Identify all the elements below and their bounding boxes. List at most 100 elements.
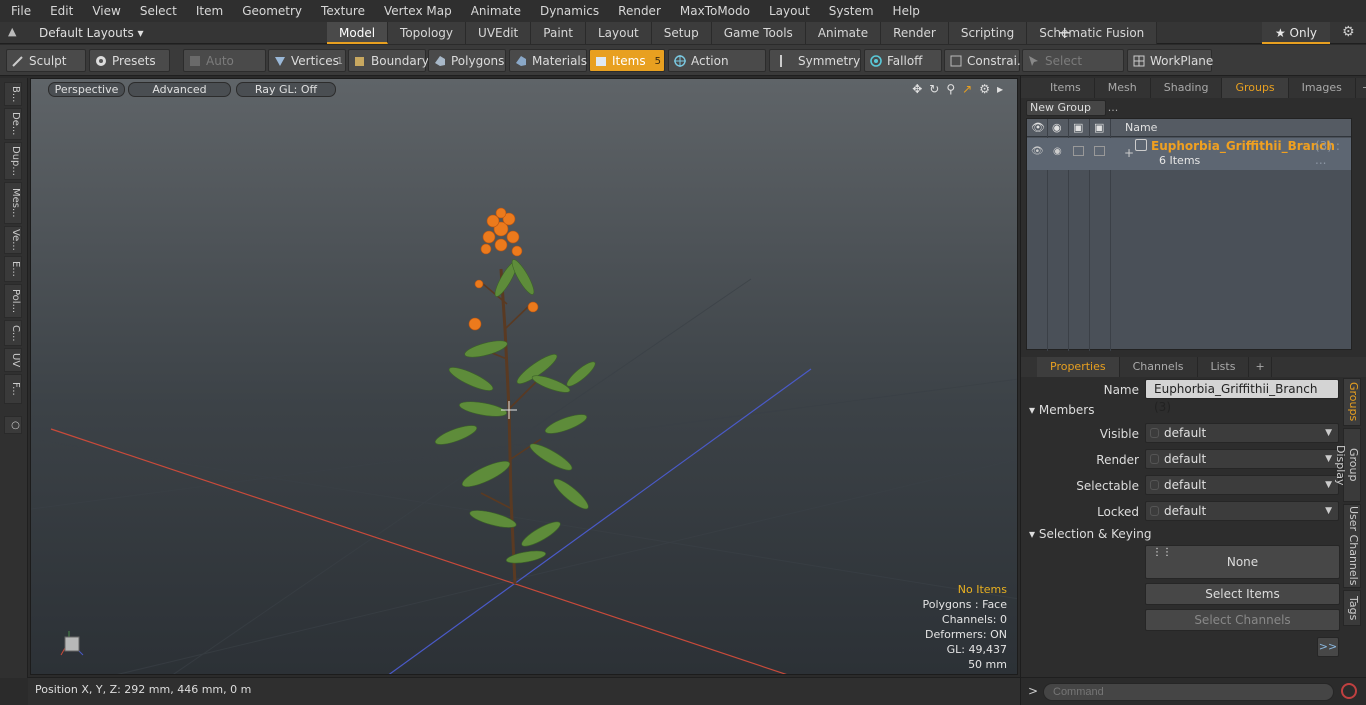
action-center-button[interactable]: Action Center (668, 49, 766, 91)
menu-animate[interactable]: Animate (460, 0, 529, 22)
side-tab-groups[interactable]: Groups (1343, 378, 1361, 426)
tab-schematic-fusion[interactable]: Schematic Fusion (1027, 22, 1158, 44)
select-channels-button[interactable]: Select Channels (1145, 609, 1340, 631)
left-tab-curve[interactable]: C... (4, 320, 22, 346)
constraints-button[interactable]: Constrai... (944, 49, 1028, 72)
tab-setup[interactable]: Setup (651, 22, 712, 44)
select-items-button[interactable]: Select Items (1145, 583, 1340, 605)
menu-edit[interactable]: Edit (39, 0, 81, 22)
menu-layout[interactable]: Layout (758, 0, 818, 22)
menu-file[interactable]: File (0, 0, 39, 22)
tab-topology[interactable]: Topology (388, 22, 467, 44)
tab-paint[interactable]: Paint (531, 22, 586, 44)
add-panel-tab-icon[interactable]: + (1356, 78, 1366, 98)
add-tab-icon[interactable]: + (1058, 22, 1071, 44)
menu-system[interactable]: System (818, 0, 882, 22)
view-menu-icon[interactable]: ▸ (997, 82, 1003, 96)
tab-items[interactable]: Items (1037, 78, 1095, 98)
select-column-icon[interactable]: ▣ (1094, 121, 1104, 134)
presets-button[interactable]: Presets (89, 49, 170, 72)
selectable-select[interactable]: default ▼ (1145, 475, 1339, 495)
workplane-button[interactable]: WorkPlane (1127, 49, 1213, 72)
tab-scripting[interactable]: Scripting (948, 22, 1028, 44)
visibility-column-icon[interactable]: 👁 (1031, 121, 1045, 134)
tab-shading[interactable]: Shading (1151, 78, 1223, 98)
tab-layout[interactable]: Layout (585, 22, 652, 44)
locked-select[interactable]: default ▼ (1145, 501, 1339, 521)
group-row[interactable]: 👁 ◉ + Euphorbia_Griffithii_Branch (3) : … (1027, 138, 1351, 170)
polygons-button[interactable]: Polygons (428, 49, 506, 72)
record-icon[interactable] (1341, 683, 1357, 699)
left-tab-deform[interactable]: De... (4, 108, 22, 140)
render-column-icon[interactable]: ◉ (1052, 121, 1062, 134)
tab-model[interactable]: Model (327, 22, 389, 44)
row-select-checkbox[interactable] (1094, 146, 1105, 156)
menu-texture[interactable]: Texture (310, 0, 373, 22)
select-through-button[interactable]: Select Through (1022, 49, 1124, 91)
row-visibility-icon[interactable]: 👁 (1031, 146, 1044, 157)
name-column-header[interactable]: Name (1125, 121, 1157, 134)
more-button[interactable]: >> (1317, 637, 1339, 657)
left-tab-duplicate[interactable]: Dup... (4, 142, 22, 180)
menu-render[interactable]: Render (607, 0, 669, 22)
tab-groups[interactable]: Groups (1222, 78, 1289, 98)
left-tab-mesh-edit[interactable]: Mes... (4, 182, 22, 224)
left-tab-basic[interactable]: B... (4, 82, 22, 106)
3d-viewport[interactable]: Perspective Advanced Ray GL: Off ✥ ↻ ⚲ ↗… (30, 78, 1018, 675)
tab-uvedit[interactable]: UVEdit (466, 22, 532, 44)
side-tab-user-channels[interactable]: User Channels (1343, 504, 1361, 588)
row-lock-checkbox[interactable] (1073, 146, 1084, 156)
visible-select[interactable]: default ▼ (1145, 423, 1339, 443)
symmetry-button[interactable]: Symmetry (769, 49, 861, 72)
selection-keying-section[interactable]: ▾ Selection & Keying (1029, 527, 1151, 541)
menu-geometry[interactable]: Geometry (231, 0, 310, 22)
tab-animate[interactable]: Animate (805, 22, 882, 44)
left-tab-polygon[interactable]: Pol... (4, 284, 22, 318)
members-section[interactable]: ▾ Members (1029, 403, 1094, 417)
left-tab-toggle[interactable]: ○ (4, 416, 22, 434)
perspective-button[interactable]: Perspective (48, 82, 125, 97)
items-button[interactable]: Items 5 (589, 49, 665, 72)
left-tab-fusion[interactable]: F... (4, 374, 22, 404)
tab-images[interactable]: Images (1289, 78, 1356, 98)
tab-render[interactable]: Render (881, 22, 949, 44)
sculpt-button[interactable]: Sculpt (6, 49, 86, 72)
boundary-button[interactable]: Boundary (348, 49, 429, 72)
keying-none-button[interactable]: ⋮⋮ None (1145, 545, 1340, 579)
layout-arrow-icon[interactable]: ▲ (8, 25, 16, 38)
side-tab-group-display[interactable]: Group Display (1334, 428, 1361, 502)
move-view-icon[interactable]: ✥ (912, 82, 922, 96)
gear-icon[interactable]: ⚙ (1342, 24, 1355, 40)
raygl-button[interactable]: Ray GL: Off (236, 82, 336, 97)
advanced-button[interactable]: Advanced (128, 82, 231, 97)
only-button[interactable]: ★ Only (1262, 22, 1330, 44)
auto-select-button[interactable]: Auto Select (183, 49, 266, 91)
menu-item[interactable]: Item (185, 0, 231, 22)
expand-icon[interactable]: + (1124, 146, 1134, 160)
left-tab-uv[interactable]: UV (4, 348, 22, 372)
layout-dropdown[interactable]: Default Layouts ▾ (39, 22, 144, 44)
tab-mesh[interactable]: Mesh ... (1095, 78, 1151, 114)
name-field[interactable]: Euphorbia_Griffithii_Branch (3) (1145, 379, 1339, 414)
lock-column-icon[interactable]: ▣ (1073, 121, 1083, 134)
maximize-view-icon[interactable]: ↗ (962, 82, 972, 96)
command-input[interactable] (1043, 683, 1334, 701)
menu-select[interactable]: Select (129, 0, 185, 22)
falloff-button[interactable]: Falloff (864, 49, 942, 72)
menu-view[interactable]: View (81, 0, 128, 22)
menu-dynamics[interactable]: Dynamics (529, 0, 607, 22)
left-tab-vertex[interactable]: Ve... (4, 226, 22, 254)
menu-vertex-map[interactable]: Vertex Map (373, 0, 460, 22)
materials-button[interactable]: Materials (509, 49, 587, 72)
new-group-button[interactable]: New Group (1026, 100, 1106, 116)
render-select[interactable]: default ▼ (1145, 449, 1339, 469)
left-tab-edge[interactable]: E... (4, 256, 22, 282)
menu-maxtomodo[interactable]: MaxToModo (669, 0, 758, 22)
zoom-view-icon[interactable]: ⚲ (946, 82, 955, 96)
view-settings-icon[interactable]: ⚙ (979, 82, 990, 96)
rotate-view-icon[interactable]: ↻ (929, 82, 939, 96)
tab-game-tools[interactable]: Game Tools (711, 22, 806, 44)
menu-help[interactable]: Help (882, 0, 928, 22)
side-tab-tags[interactable]: Tags (1343, 590, 1361, 626)
vertices-button[interactable]: Vertices 1 (268, 49, 346, 72)
